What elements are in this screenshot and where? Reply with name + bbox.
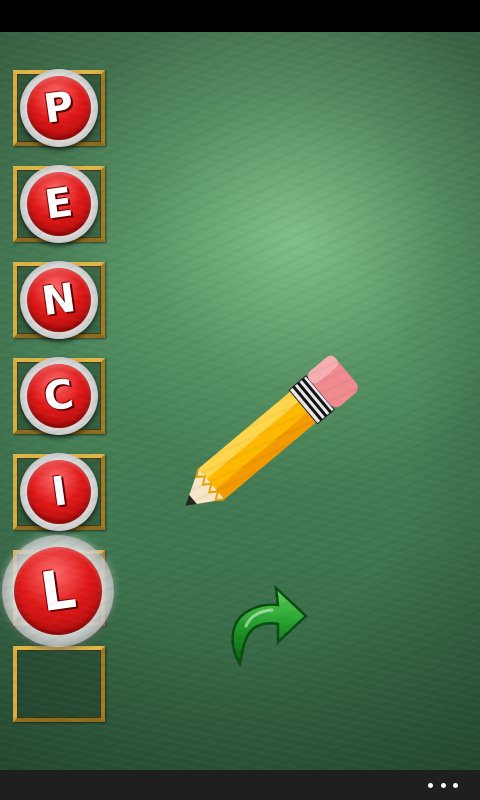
tile-face: E xyxy=(27,172,91,236)
game-screen: P E N C I L xyxy=(0,0,480,800)
ellipsis-dot xyxy=(453,782,458,788)
letter-tile-e[interactable]: E xyxy=(20,165,98,243)
ellipsis-icon[interactable] xyxy=(428,776,458,794)
status-bar xyxy=(0,0,480,32)
curved-arrow-right-icon xyxy=(231,584,308,666)
tile-face: P xyxy=(27,76,91,140)
tile-letter: I xyxy=(48,468,70,516)
tile-letter: N xyxy=(39,274,79,326)
pencil-body xyxy=(198,391,317,500)
chalkboard-background: P E N C I L xyxy=(0,32,480,770)
ellipsis-dot xyxy=(428,782,433,788)
letter-tile-l-selected[interactable]: L xyxy=(2,535,114,647)
tile-face: N xyxy=(27,268,91,332)
tile-letter: L xyxy=(36,556,80,625)
letter-tile-p[interactable]: P xyxy=(20,69,98,147)
tile-letter: E xyxy=(42,179,76,229)
letter-tile-n[interactable]: N xyxy=(20,261,98,339)
letter-slot-7-empty[interactable] xyxy=(13,646,105,722)
letter-tile-i[interactable]: I xyxy=(20,453,98,531)
ellipsis-dot xyxy=(440,782,446,788)
tile-letter: C xyxy=(41,371,77,421)
next-arrow-button[interactable] xyxy=(226,580,308,666)
tile-face: C xyxy=(27,364,91,428)
tile-letter: P xyxy=(41,83,77,133)
letter-tile-c[interactable]: C xyxy=(20,357,98,435)
tile-face: L xyxy=(14,547,102,635)
pencil-picture xyxy=(185,355,358,506)
tile-face: I xyxy=(27,460,91,524)
app-bar xyxy=(0,770,480,800)
